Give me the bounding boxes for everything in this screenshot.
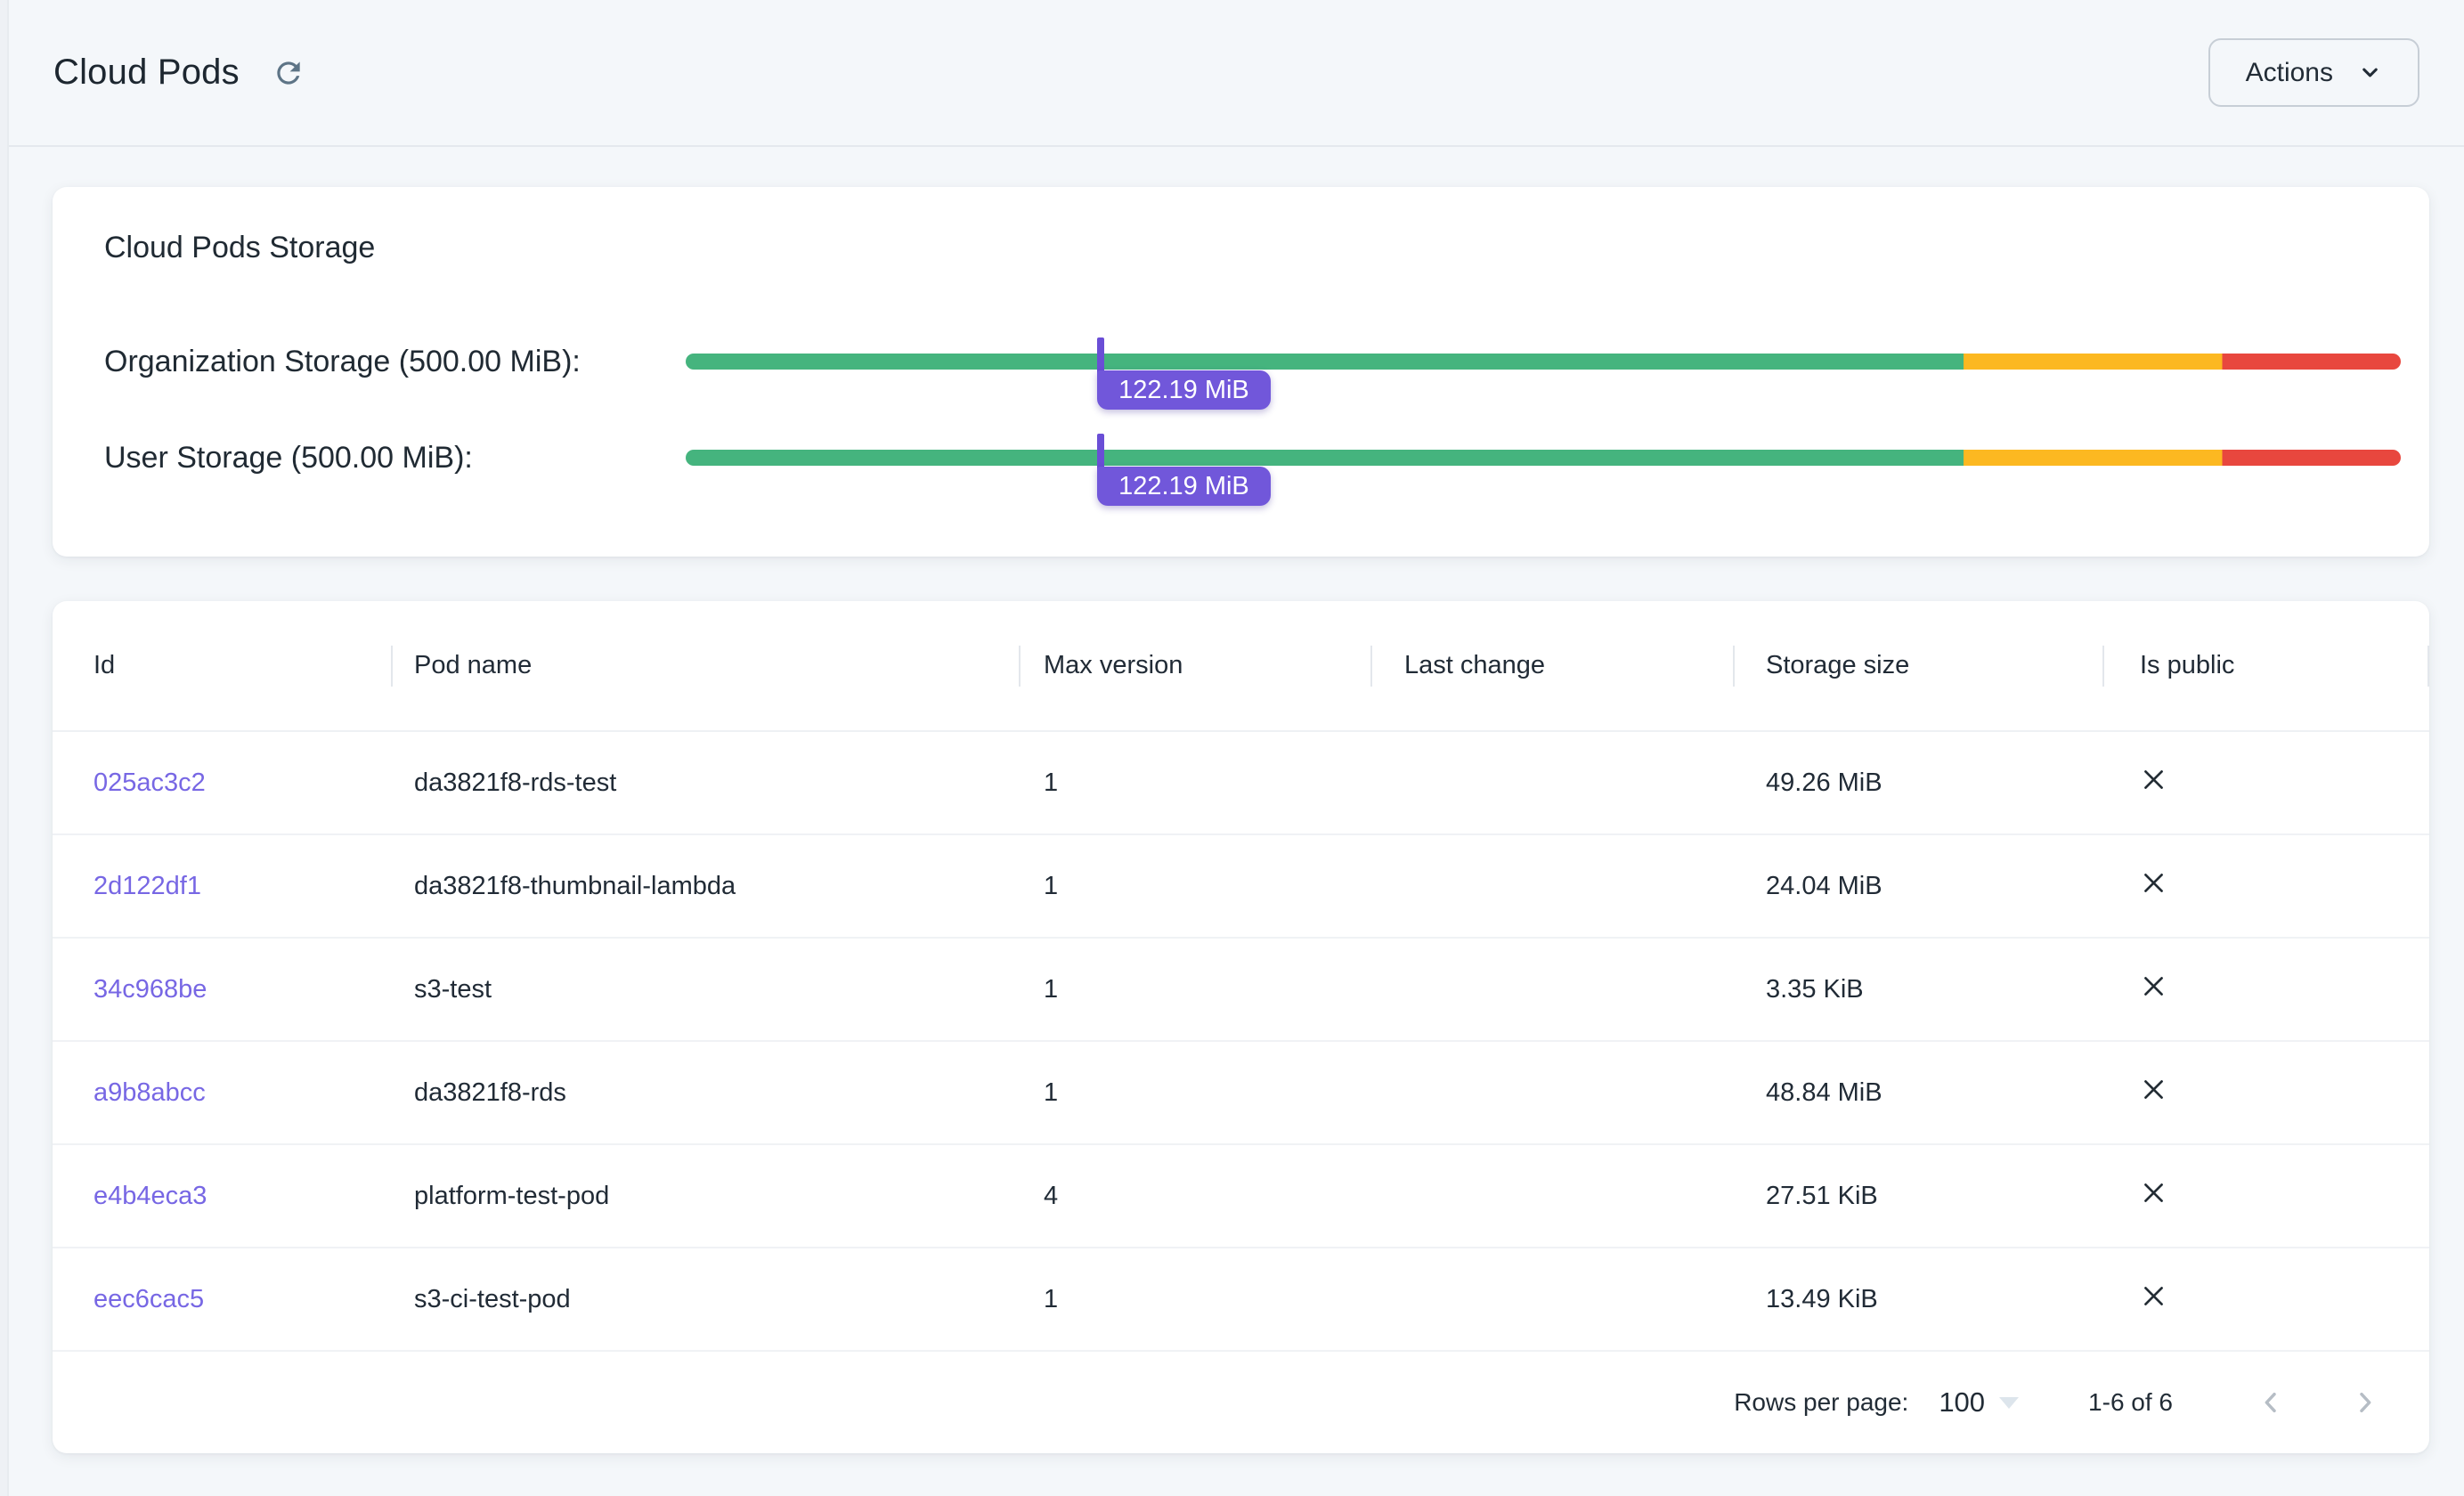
cell-pod-name: platform-test-pod [393, 1145, 1021, 1247]
cell-max-version: 1 [1021, 732, 1372, 833]
user-storage-bar: 122.19 MiB [686, 450, 2401, 466]
page-title: Cloud Pods [53, 53, 240, 93]
table-row: 2d122df1 da3821f8-thumbnail-lambda 1 24.… [53, 835, 2429, 939]
cell-storage-size: 49.26 MiB [1735, 732, 2104, 833]
pod-id-link[interactable]: 2d122df1 [94, 872, 201, 901]
table-row: 025ac3c2 da3821f8-rds-test 1 49.26 MiB [53, 732, 2429, 835]
storage-card: Cloud Pods Storage Organization Storage … [53, 187, 2429, 557]
storage-usage-badge: 122.19 MiB [1097, 370, 1271, 410]
actions-button[interactable]: Actions [2208, 38, 2419, 107]
pod-id-link[interactable]: a9b8abcc [94, 1078, 206, 1108]
cell-storage-size: 3.35 KiB [1735, 939, 2104, 1040]
window-left-edge [0, 0, 9, 1496]
cell-last-change [1372, 939, 1735, 1040]
cell-last-change [1372, 732, 1735, 833]
table-body: 025ac3c2 da3821f8-rds-test 1 49.26 MiB 2… [53, 732, 2429, 1352]
cell-pod-name: da3821f8-thumbnail-lambda [393, 835, 1021, 937]
column-header-label: Max version [1044, 651, 1183, 680]
cell-last-change [1372, 835, 1735, 937]
pagination-range-label: 1-6 of 6 [2088, 1388, 2173, 1417]
table-header-row: Id Pod name Max version Last change Stor… [53, 601, 2429, 732]
user-storage-row: User Storage (500.00 MiB): 122.19 MiB [104, 438, 2401, 477]
storage-usage-badge: 122.19 MiB [1097, 467, 1271, 506]
organization-storage-bar: 122.19 MiB [686, 354, 2401, 370]
column-header-label: Is public [2140, 651, 2234, 680]
not-public-close-icon [2140, 869, 2167, 904]
column-header-storage-size[interactable]: Storage size [1735, 601, 2104, 730]
cell-storage-size: 27.51 KiB [1735, 1145, 2104, 1247]
column-header-label: Id [94, 651, 115, 680]
rows-per-page-label: Rows per page: [1734, 1388, 1908, 1417]
chevron-right-icon [2351, 1388, 2379, 1417]
column-header-id[interactable]: Id [53, 601, 393, 730]
column-header-max-version[interactable]: Max version [1021, 601, 1372, 730]
table-row: a9b8abcc da3821f8-rds 1 48.84 MiB [53, 1042, 2429, 1145]
refresh-button[interactable] [266, 51, 311, 95]
cell-max-version: 1 [1021, 939, 1372, 1040]
cell-pod-name: s3-test [393, 939, 1021, 1040]
chevron-down-icon [2358, 61, 2382, 85]
chevron-left-icon [2257, 1388, 2285, 1417]
table-row: 34c968be s3-test 1 3.35 KiB [53, 939, 2429, 1042]
column-separator [2427, 646, 2429, 687]
storage-bar-track [686, 450, 2401, 466]
pod-id-link[interactable]: eec6cac5 [94, 1285, 204, 1314]
column-header-pod-name[interactable]: Pod name [393, 601, 1021, 730]
cell-max-version: 4 [1021, 1145, 1372, 1247]
column-header-label: Pod name [414, 651, 532, 680]
cell-max-version: 1 [1021, 1042, 1372, 1143]
cell-last-change [1372, 1042, 1735, 1143]
cell-max-version: 1 [1021, 1248, 1372, 1350]
pod-id-link[interactable]: e4b4eca3 [94, 1182, 207, 1211]
column-header-label: Storage size [1766, 651, 1909, 680]
cell-storage-size: 48.84 MiB [1735, 1042, 2104, 1143]
cell-last-change [1372, 1145, 1735, 1247]
table-row: eec6cac5 s3-ci-test-pod 1 13.49 KiB [53, 1248, 2429, 1352]
page-header: Cloud Pods Actions [0, 0, 2464, 147]
cell-storage-size: 13.49 KiB [1735, 1248, 2104, 1350]
user-storage-label: User Storage (500.00 MiB): [104, 438, 686, 477]
not-public-close-icon [2140, 1179, 2167, 1214]
cloud-pods-table-card: Id Pod name Max version Last change Stor… [53, 601, 2429, 1453]
rows-per-page-select[interactable]: 100 [1939, 1386, 2019, 1419]
next-page-button[interactable] [2344, 1381, 2387, 1424]
cell-last-change [1372, 1248, 1735, 1350]
previous-page-button[interactable] [2249, 1381, 2292, 1424]
table-row: e4b4eca3 platform-test-pod 4 27.51 KiB [53, 1145, 2429, 1248]
not-public-close-icon [2140, 1282, 2167, 1317]
cell-storage-size: 24.04 MiB [1735, 835, 2104, 937]
cell-pod-name: da3821f8-rds [393, 1042, 1021, 1143]
not-public-close-icon [2140, 1076, 2167, 1110]
cell-pod-name: da3821f8-rds-test [393, 732, 1021, 833]
column-header-last-change[interactable]: Last change [1372, 601, 1735, 730]
dropdown-arrow-icon [1999, 1397, 2019, 1409]
storage-card-title: Cloud Pods Storage [104, 230, 2401, 265]
rows-per-page-value: 100 [1939, 1386, 1985, 1419]
not-public-close-icon [2140, 766, 2167, 801]
cell-max-version: 1 [1021, 835, 1372, 937]
organization-storage-row: Organization Storage (500.00 MiB): 122.1… [104, 342, 2401, 381]
organization-storage-label: Organization Storage (500.00 MiB): [104, 342, 686, 381]
column-header-label: Last change [1404, 651, 1545, 680]
actions-button-label: Actions [2246, 58, 2333, 88]
storage-bar-track [686, 354, 2401, 370]
not-public-close-icon [2140, 972, 2167, 1007]
pod-id-link[interactable]: 025ac3c2 [94, 768, 206, 798]
column-header-is-public[interactable]: Is public [2104, 601, 2429, 730]
table-footer: Rows per page: 100 1-6 of 6 [53, 1352, 2429, 1453]
cell-pod-name: s3-ci-test-pod [393, 1248, 1021, 1350]
refresh-icon [272, 56, 305, 90]
pod-id-link[interactable]: 34c968be [94, 975, 207, 1004]
